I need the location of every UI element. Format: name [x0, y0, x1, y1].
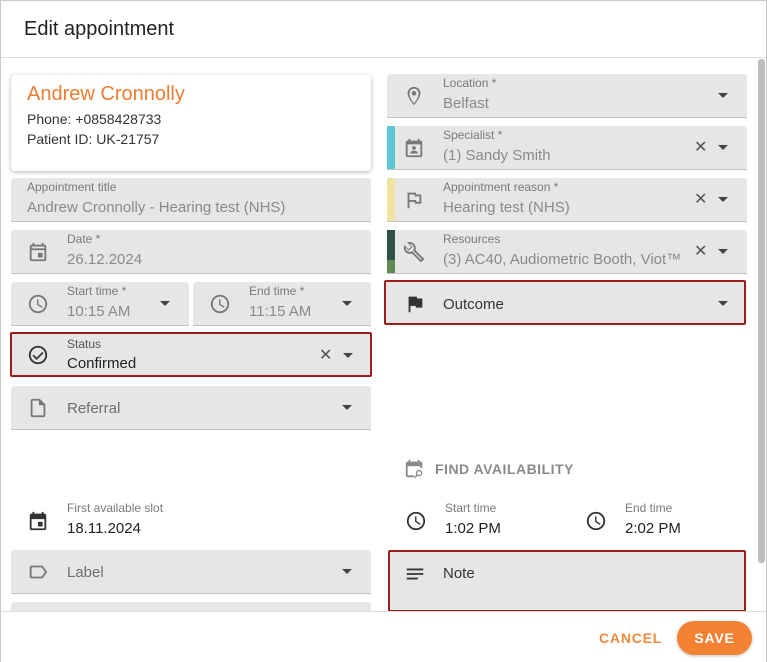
referral-field[interactable]: Referral: [11, 386, 371, 430]
clock-icon: [405, 510, 427, 532]
resources-field[interactable]: Resources (3) AC40, Audiometric Booth, V…: [387, 230, 747, 274]
note-field[interactable]: Note: [388, 550, 746, 612]
reason-value: Hearing test (NHS): [443, 199, 570, 216]
chevron-down-icon[interactable]: [342, 405, 352, 410]
reason-label: Appointment reason *: [443, 180, 559, 194]
location-label: Location *: [443, 76, 497, 90]
clear-icon[interactable]: ✕: [694, 244, 707, 260]
chevron-down-icon[interactable]: [718, 145, 728, 150]
resources-label: Resources: [443, 232, 501, 246]
calendar-search-icon[interactable]: [404, 458, 426, 480]
patient-phone: Phone: +0858428733: [27, 111, 162, 127]
cancel-button[interactable]: CANCEL: [599, 630, 662, 646]
label-field[interactable]: Label: [11, 550, 371, 594]
location-field[interactable]: Location * Belfast: [387, 74, 747, 118]
date-value: 26.12.2024: [67, 251, 143, 268]
referral-placeholder: Referral: [67, 400, 121, 417]
status-value: Confirmed: [67, 355, 137, 372]
availability-start-value[interactable]: 1:02 PM: [445, 520, 501, 537]
wrench-icon: [403, 241, 425, 263]
end-time-field[interactable]: End time * 11:15 AM: [193, 282, 371, 326]
start-time-field[interactable]: Start time * 10:15 AM: [11, 282, 189, 326]
flag-icon: [404, 293, 426, 315]
flag-outline-icon: [403, 189, 425, 211]
specialist-color-stripe: [387, 126, 395, 169]
location-value: Belfast: [443, 95, 489, 112]
specialist-value: (1) Sandy Smith: [443, 147, 551, 164]
outcome-field[interactable]: Outcome: [384, 280, 746, 325]
label-placeholder: Label: [67, 564, 104, 581]
status-label: Status: [67, 337, 102, 351]
appointment-title-field[interactable]: Appointment title Andrew Cronnolly - Hea…: [11, 178, 371, 222]
first-slot-label: First available slot: [67, 501, 164, 515]
end-time-label: End time *: [249, 284, 305, 298]
hidden-field: [11, 602, 371, 611]
start-time-label: Start time *: [67, 284, 127, 298]
appointment-title-value: Andrew Cronnolly - Hearing test (NHS): [27, 199, 286, 216]
calendar-person-icon: [403, 137, 425, 159]
chevron-down-icon[interactable]: [342, 301, 352, 306]
chevron-down-icon[interactable]: [718, 93, 728, 98]
status-field[interactable]: Status Confirmed ✕: [10, 332, 372, 377]
location-pin-icon: [403, 85, 425, 107]
save-button[interactable]: SAVE: [677, 621, 752, 655]
note-placeholder: Note: [443, 565, 475, 582]
availability-end-label: End time: [625, 501, 673, 515]
first-slot-value[interactable]: 18.11.2024: [67, 520, 141, 537]
tag-icon: [27, 561, 49, 583]
clock-icon: [585, 510, 607, 532]
specialist-label: Specialist *: [443, 128, 503, 142]
date-label: Date *: [67, 232, 101, 246]
chevron-down-icon[interactable]: [160, 301, 170, 306]
resources-color-stripe: [387, 230, 395, 273]
find-availability-button[interactable]: FIND AVAILABILITY: [435, 461, 574, 477]
document-icon: [27, 397, 49, 419]
chevron-down-icon[interactable]: [718, 301, 728, 306]
dialog-footer: CANCEL SAVE: [1, 611, 766, 662]
availability-end-value[interactable]: 2:02 PM: [625, 520, 681, 537]
calendar-today-icon: [27, 510, 49, 532]
dialog-title: Edit appointment: [24, 18, 175, 40]
scrollbar[interactable]: [758, 59, 765, 563]
date-field[interactable]: Date * 26.12.2024: [11, 230, 371, 274]
end-time-value: 11:15 AM: [249, 303, 312, 320]
chevron-down-icon[interactable]: [343, 353, 353, 358]
check-circle-icon: [27, 344, 49, 366]
resources-value: (3) AC40, Audiometric Booth, Viot™: [443, 251, 682, 268]
dialog-header: Edit appointment: [1, 1, 766, 58]
reason-color-stripe: [387, 178, 395, 221]
clock-icon: [27, 293, 49, 315]
calendar-icon: [27, 241, 49, 263]
chevron-down-icon[interactable]: [342, 569, 352, 574]
appointment-reason-field[interactable]: Appointment reason * Hearing test (NHS) …: [387, 178, 747, 222]
patient-name[interactable]: Andrew Cronnolly: [27, 83, 185, 106]
clear-icon[interactable]: ✕: [694, 140, 707, 156]
start-time-value: 10:15 AM: [67, 303, 131, 320]
clear-icon[interactable]: ✕: [694, 192, 707, 208]
clear-icon[interactable]: ✕: [319, 348, 332, 364]
clock-icon: [209, 293, 231, 315]
notes-icon: [404, 563, 426, 585]
patient-card[interactable]: Andrew Cronnolly Phone: +0858428733 Pati…: [11, 75, 371, 171]
availability-start-label: Start time: [445, 501, 497, 515]
chevron-down-icon[interactable]: [718, 197, 728, 202]
appointment-title-label: Appointment title: [27, 180, 117, 194]
outcome-placeholder: Outcome: [443, 296, 504, 313]
patient-id: Patient ID: UK-21757: [27, 131, 160, 147]
chevron-down-icon[interactable]: [718, 249, 728, 254]
specialist-field[interactable]: Specialist * (1) Sandy Smith ✕: [387, 126, 747, 170]
edit-appointment-dialog: Edit appointment Andrew Cronnolly Phone:…: [0, 0, 767, 662]
